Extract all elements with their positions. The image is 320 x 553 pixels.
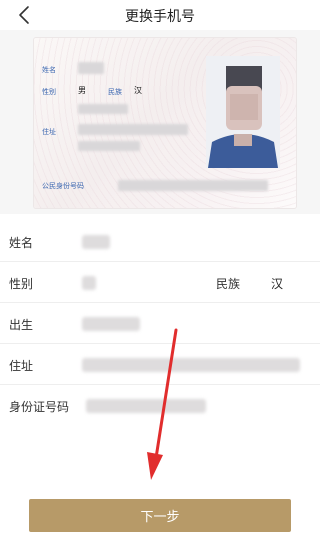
card-birth-redacted	[78, 104, 128, 114]
birth-value-redacted	[82, 317, 140, 331]
card-ethnicity-value: 汉	[134, 86, 142, 95]
row-label-ethnicity: 民族	[216, 277, 241, 291]
form-row-gender: 性别 民族 汉	[0, 263, 320, 303]
row-label-birth: 出生	[9, 318, 34, 332]
row-label-name: 姓名	[9, 236, 34, 250]
ethnicity-value: 汉	[271, 277, 284, 291]
id-card-image[interactable]: 姓名 性别 男 民族 汉 住址 公民身份号码	[34, 38, 296, 208]
card-name-redacted	[78, 62, 104, 74]
card-address-label: 住址	[42, 128, 56, 136]
card-name-label: 姓名	[42, 66, 56, 74]
card-gender-label: 性别	[42, 88, 56, 96]
form-row-address: 住址	[0, 345, 320, 385]
top-navigation-bar: 更换手机号	[0, 0, 320, 30]
card-id-number-redacted	[118, 180, 268, 191]
card-address-redacted-1	[78, 124, 188, 135]
page-title: 更换手机号	[125, 9, 195, 25]
next-step-button[interactable]: 下一步	[29, 499, 291, 532]
form-row-birth: 出生	[0, 304, 320, 344]
card-gender-value: 男	[78, 86, 86, 95]
card-id-number-label: 公民身份号码	[42, 182, 84, 190]
form-row-name: 姓名	[0, 222, 320, 262]
gender-value-redacted	[82, 276, 96, 290]
address-value-redacted	[82, 358, 300, 372]
row-label-address: 住址	[9, 359, 34, 373]
bottom-safe-area	[0, 540, 320, 553]
form-row-id-number: 身份证号码	[0, 386, 320, 426]
id-number-value-redacted	[86, 399, 206, 413]
row-label-id-number: 身份证号码	[9, 400, 70, 414]
row-label-gender: 性别	[9, 277, 34, 291]
name-value-redacted	[82, 235, 110, 249]
portrait-photo	[206, 56, 280, 168]
card-address-redacted-2	[78, 141, 140, 151]
card-ethnicity-label: 民族	[108, 88, 122, 96]
